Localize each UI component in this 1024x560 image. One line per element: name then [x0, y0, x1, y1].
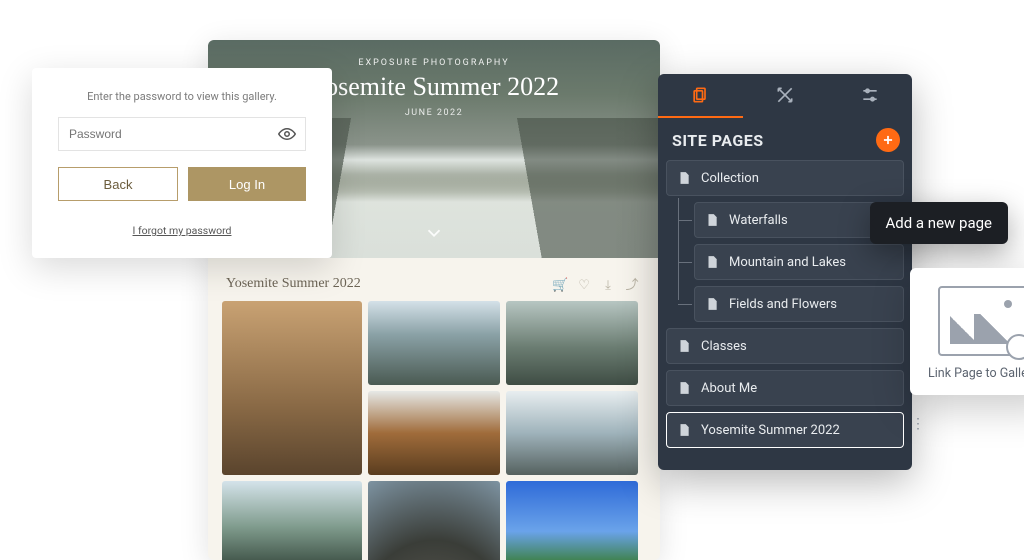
- image-placeholder-icon: [938, 286, 1024, 356]
- link-page-caption: Link Page to Gallery: [922, 366, 1024, 381]
- page-options-icon[interactable]: ⋮: [910, 422, 926, 426]
- gallery-section-title: Yosemite Summer 2022: [226, 276, 361, 292]
- share-icon[interactable]: ⤴: [622, 274, 642, 293]
- login-button[interactable]: Log In: [188, 167, 306, 201]
- page-label: Yosemite Summer 2022: [701, 423, 840, 438]
- download-icon[interactable]: ⤓: [598, 278, 618, 293]
- gallery-section-header: Yosemite Summer 2022 🛒 ♡ ⤓ ⤴: [208, 258, 660, 301]
- thumbnail[interactable]: [368, 481, 500, 560]
- page-label: Classes: [701, 339, 747, 354]
- scroll-down-icon[interactable]: [423, 222, 445, 248]
- page-item-classes[interactable]: Classes: [666, 328, 904, 364]
- page-label: Collection: [701, 171, 759, 186]
- toggle-password-visibility-icon[interactable]: [278, 125, 296, 147]
- page-icon: [677, 170, 691, 186]
- thumbnail[interactable]: [506, 481, 638, 560]
- thumbnail[interactable]: [506, 391, 638, 475]
- page-label: Waterfalls: [729, 213, 788, 228]
- add-page-button[interactable]: [876, 128, 900, 152]
- panel-tabs: [658, 74, 912, 118]
- password-modal: Enter the password to view this gallery.…: [32, 68, 332, 258]
- page-icon: [677, 338, 691, 354]
- page-icon: [705, 296, 719, 312]
- site-pages-panel: SITE PAGES Collection Waterfalls: [658, 74, 912, 470]
- page-label: About Me: [701, 381, 757, 396]
- hero-title: Yosemite Summer 2022: [309, 72, 559, 102]
- page-label: Fields and Flowers: [729, 297, 837, 312]
- page-label: Mountain and Lakes: [729, 255, 846, 270]
- cart-icon[interactable]: 🛒: [550, 278, 570, 293]
- thumbnail[interactable]: [222, 481, 362, 560]
- panel-title: SITE PAGES: [672, 131, 764, 150]
- forgot-password-link[interactable]: I forgot my password: [133, 224, 232, 237]
- back-button[interactable]: Back: [58, 167, 178, 201]
- page-icon: [705, 212, 719, 228]
- thumbnail[interactable]: [368, 301, 500, 385]
- tab-pages[interactable]: [658, 74, 743, 118]
- thumbnail-grid: [208, 301, 660, 560]
- hero-date: JUNE 2022: [405, 108, 463, 118]
- password-instruction: Enter the password to view this gallery.: [58, 90, 306, 103]
- page-item-mountain-lakes[interactable]: Mountain and Lakes: [694, 244, 904, 280]
- thumbnail[interactable]: [506, 301, 638, 385]
- tab-design[interactable]: [743, 74, 828, 118]
- page-item-about-me[interactable]: About Me: [666, 370, 904, 406]
- page-icon: [677, 422, 691, 438]
- favorite-icon[interactable]: ♡: [574, 278, 594, 293]
- password-input[interactable]: [58, 117, 306, 151]
- thumbnail[interactable]: [222, 301, 362, 475]
- hero-eyebrow: EXPOSURE PHOTOGRAPHY: [358, 58, 509, 68]
- page-item-yosemite[interactable]: Yosemite Summer 2022: [666, 412, 904, 448]
- page-icon: [677, 380, 691, 396]
- add-page-tooltip: Add a new page: [870, 202, 1009, 244]
- page-item-fields-flowers[interactable]: Fields and Flowers: [694, 286, 904, 322]
- link-page-popover[interactable]: Link Page to Gallery: [910, 268, 1024, 395]
- tab-settings[interactable]: [827, 74, 912, 118]
- thumbnail[interactable]: [368, 391, 500, 475]
- page-icon: [705, 254, 719, 270]
- page-item-collection[interactable]: Collection: [666, 160, 904, 196]
